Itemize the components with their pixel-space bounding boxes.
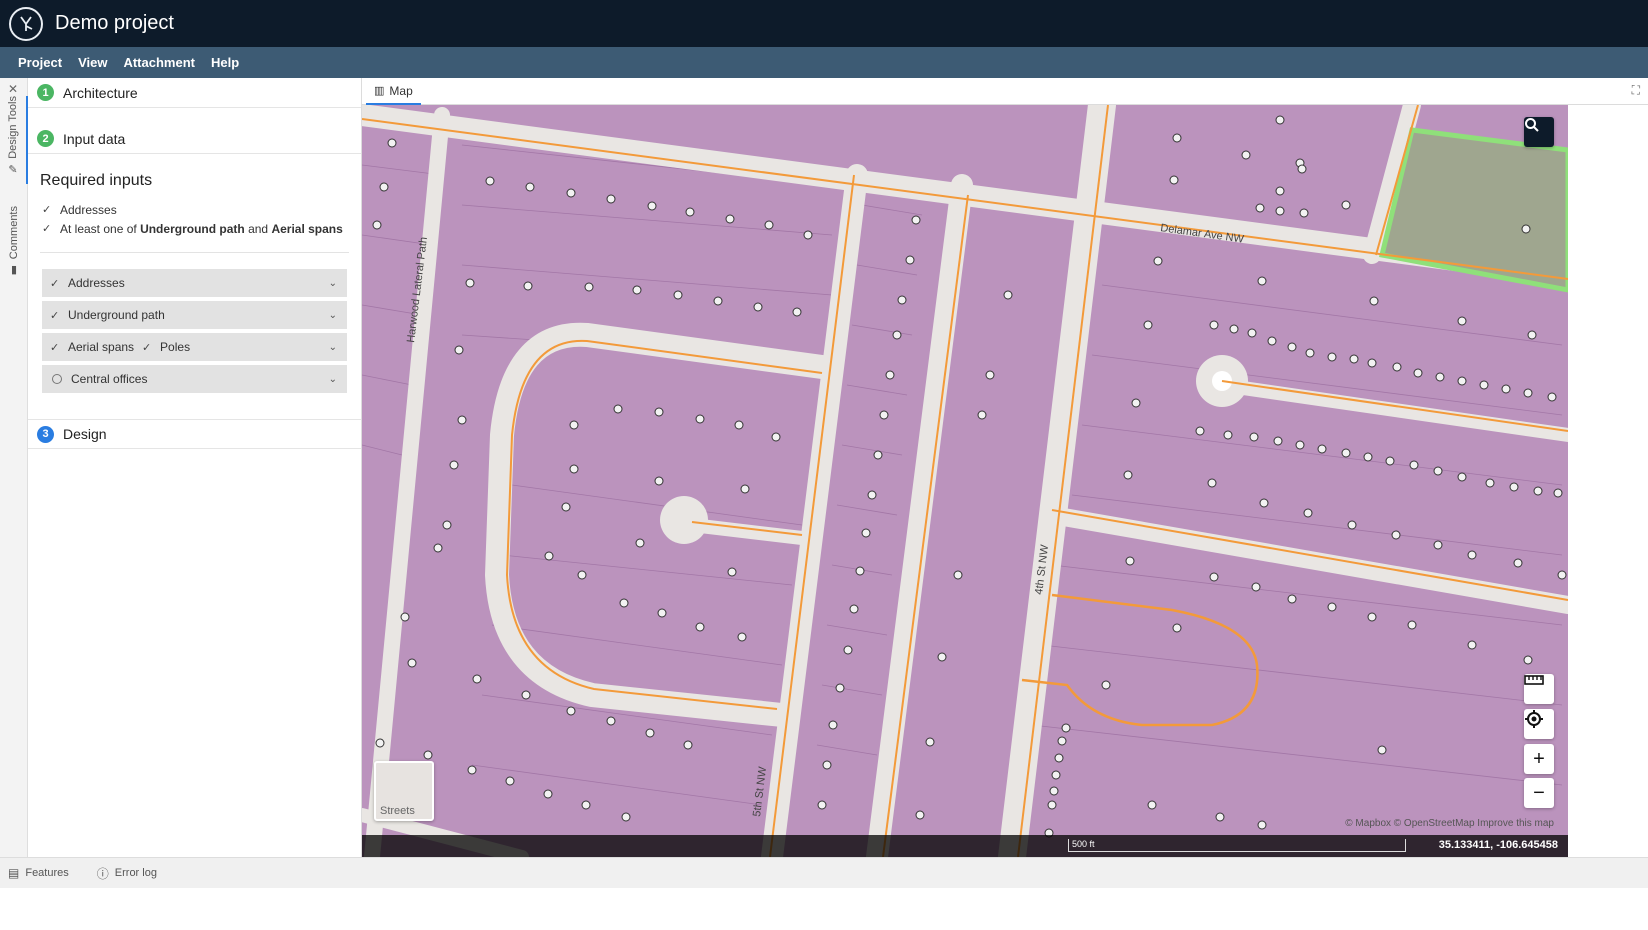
search-icon[interactable] [1524, 117, 1554, 147]
chevron-down-icon: ⌄ [328, 309, 337, 321]
chevron-down-icon: ⌄ [328, 341, 337, 353]
error-log-label: Error log [114, 867, 157, 879]
step-label: Design [63, 426, 107, 442]
bottom-bar: ▤ Features ⓘ Error log [0, 857, 1648, 888]
map-attribution[interactable]: © Mapbox © OpenStreetMap Improve this ma… [1345, 818, 1554, 829]
check-icon: ✓ [42, 223, 52, 235]
check-icon: ✓ [50, 341, 60, 354]
app-title: Demo project [55, 12, 174, 34]
dropdown-label: Underground path [68, 308, 165, 322]
dropdown-central-offices[interactable]: Central offices ⌄ [42, 365, 347, 393]
chevron-down-icon: ⌄ [328, 277, 337, 289]
step-input-data[interactable]: 2 Input data [28, 124, 361, 154]
table-icon: ▤ [8, 866, 20, 880]
empty-circle-icon [52, 374, 62, 384]
basemap-switcher[interactable]: Streets [374, 761, 434, 821]
tab-design-tools[interactable]: Design Tools ✎ [0, 96, 28, 184]
locate-icon[interactable] [1524, 709, 1554, 739]
comments-label: Comments [8, 206, 20, 260]
info-icon: ⓘ [96, 866, 109, 881]
zoom-out-icon[interactable]: − [1524, 778, 1554, 808]
cursor-coordinates: 35.133411, -106.645458 [1438, 839, 1558, 851]
basemap-label: Streets [380, 805, 415, 817]
check-icon: ✓ [142, 341, 152, 354]
required-item-prefix: At least one of [60, 221, 137, 236]
menu-attachment[interactable]: Attachment [115, 55, 203, 70]
dropdown-aerial-spans[interactable]: ✓ Aerial spans ✓ Poles ⌄ [42, 333, 347, 361]
pencil-icon: ✎ [8, 163, 18, 176]
map-roads: Delamar Ave NW Harwood Lateral Path 4th … [362, 105, 1568, 857]
zoom-in-icon[interactable]: + [1524, 744, 1554, 774]
required-item-and: and [248, 221, 269, 236]
step-design[interactable]: 3 Design [28, 419, 361, 449]
map-tab-label: Map [389, 83, 413, 98]
step-number: 2 [37, 130, 54, 147]
error-log-button[interactable]: ⓘ Error log [97, 865, 157, 882]
step-architecture[interactable]: 1 Architecture [28, 78, 361, 108]
step-label: Input data [63, 130, 126, 147]
side-rail: ✕ Design Tools ✎ Comments ▮ [0, 78, 28, 900]
dropdown-label: Addresses [68, 276, 125, 290]
dropdown-underground-path[interactable]: ✓ Underground path ⌄ [42, 301, 347, 329]
close-icon[interactable]: ✕ [8, 82, 18, 96]
required-item-underground: Underground path [140, 221, 245, 236]
street-label-fifth: 5th St NW [751, 766, 769, 818]
dropdown-label: Central offices [71, 372, 148, 386]
dropdown-addresses[interactable]: ✓ Addresses ⌄ [42, 269, 347, 297]
step-number: 3 [37, 425, 54, 443]
design-tools-label: Design Tools [7, 96, 19, 159]
chevron-down-icon: ⌄ [328, 373, 337, 385]
menu-project[interactable]: Project [10, 55, 70, 70]
map-status-bar: 500 ft 35.133411, -106.645458 [362, 835, 1568, 857]
title-bar: Demo project [0, 0, 1648, 47]
tab-map[interactable]: ▥ Map [366, 78, 421, 105]
divider [40, 252, 349, 253]
map-canvas[interactable]: Delamar Ave NW Harwood Lateral Path 4th … [362, 105, 1568, 857]
menu-help[interactable]: Help [203, 55, 247, 70]
check-icon: ✓ [42, 204, 52, 216]
check-icon: ✓ [50, 309, 60, 322]
list-item: ✓ At least one of Underground path and A… [42, 219, 361, 238]
expand-icon[interactable]: ⛶ [1632, 83, 1640, 98]
step-label: Architecture [63, 84, 138, 101]
scale-label: 500 ft [1072, 839, 1095, 849]
app-logo-icon[interactable] [9, 6, 43, 41]
ruler-icon[interactable] [1524, 674, 1554, 704]
dropdown-label: Aerial spans [68, 340, 135, 354]
menu-view[interactable]: View [70, 55, 115, 70]
required-item-aerial: Aerial spans [271, 221, 343, 236]
required-inputs-title: Required inputs [40, 172, 153, 189]
comment-icon: ▮ [10, 264, 18, 277]
dropdown-label-poles: Poles [160, 340, 191, 354]
menu-bar: Project View Attachment Help [0, 47, 1648, 78]
design-panel: 1 Architecture 2 Input data Required inp… [28, 78, 362, 900]
required-inputs-list: ✓ Addresses ✓ At least one of Undergroun… [42, 200, 361, 238]
list-item: ✓ Addresses [42, 200, 361, 219]
features-button[interactable]: ▤ Features [8, 866, 69, 880]
features-label: Features [25, 867, 69, 879]
map-icon: ▥ [374, 85, 385, 97]
step-number: 1 [37, 84, 54, 101]
page-footer-space [0, 888, 1648, 930]
required-item-addresses: Addresses [60, 202, 117, 217]
input-dropdowns: ✓ Addresses ⌄ ✓ Underground path ⌄ ✓ Aer… [42, 269, 347, 393]
tab-comments[interactable]: Comments ▮ [0, 206, 28, 286]
check-icon: ✓ [50, 277, 60, 290]
scale-bar: 500 ft [1068, 839, 1406, 852]
map-header: ▥ Map ⛶ [362, 78, 1648, 105]
